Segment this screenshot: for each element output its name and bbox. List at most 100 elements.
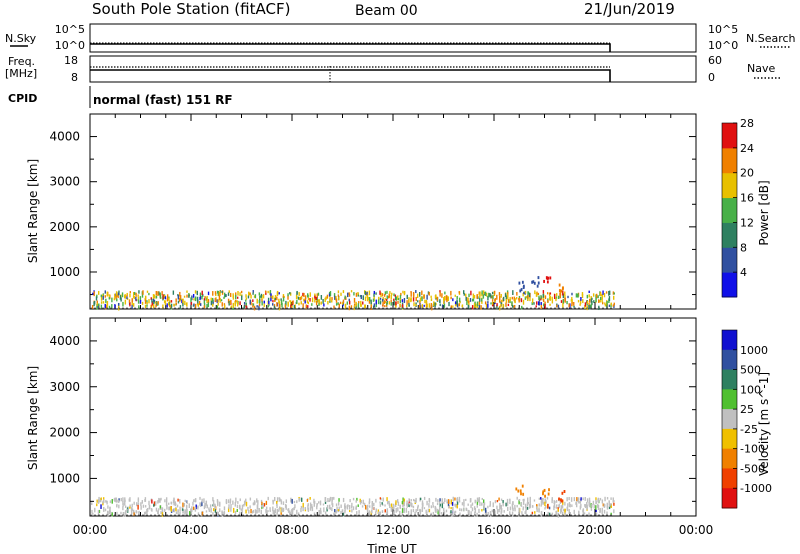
- power-echo-point: [168, 297, 170, 301]
- power-echo-point: [326, 294, 329, 299]
- power-echo-point: [540, 304, 543, 309]
- power-echo-point: [595, 293, 598, 299]
- power-echo-point: [391, 292, 393, 296]
- velocity-echo-point: [272, 510, 274, 515]
- power-echo-point: [603, 292, 606, 298]
- velocity-echo-point: [448, 505, 450, 509]
- power-echo-point: [556, 304, 558, 308]
- date-label: 21/Jun/2019: [584, 0, 675, 18]
- velocity-echo-point: [94, 507, 96, 513]
- power-echo-point: [601, 298, 603, 303]
- power-echo-point: [241, 295, 243, 301]
- velocity-echo-point: [179, 511, 181, 515]
- power-echo-point: [490, 302, 492, 305]
- power-echo-point: [500, 303, 502, 308]
- power-echo-point: [465, 296, 467, 301]
- power-echo-point: [323, 303, 325, 307]
- velocity-echo-point: [529, 496, 531, 500]
- power-echo-point: [144, 299, 147, 304]
- power-echo-point: [500, 293, 502, 298]
- power-echo-point: [505, 298, 508, 303]
- velocity-echo-point: [120, 511, 122, 515]
- power-echo-point: [117, 292, 120, 296]
- velocity-echo-point: [124, 510, 127, 515]
- velocity-echo-point: [534, 511, 536, 514]
- power-echo-point: [111, 297, 113, 303]
- power-echo-point: [372, 298, 375, 302]
- velocity-echo-point: [371, 509, 373, 513]
- xtick-label: 04:00: [174, 523, 209, 537]
- velocity-echo-point: [355, 500, 357, 503]
- power-echo-point: [203, 298, 206, 301]
- power-echo-point: [217, 302, 219, 306]
- velocity-echo-point: [375, 508, 377, 512]
- velocity-echo-point: [450, 507, 452, 510]
- power-echo-point: [386, 295, 388, 300]
- power-echo-cluster-point: [546, 280, 549, 284]
- velocity-echo-point: [521, 511, 523, 515]
- velocity-echo-point: [478, 498, 480, 503]
- velocity-echo-point: [281, 507, 283, 512]
- power-echo-point: [168, 302, 170, 306]
- power-echo-point: [129, 291, 131, 294]
- power-echo-point: [138, 290, 140, 294]
- velocity-echo-point: [375, 498, 377, 503]
- velocity-echo-point: [425, 509, 427, 514]
- power-echo-point: [360, 295, 362, 300]
- velocity-echo-point: [160, 511, 162, 514]
- velocity-colorbar-label: 1000: [740, 344, 768, 357]
- power-echo-point: [183, 295, 186, 298]
- velocity-echo-point: [334, 508, 336, 512]
- velocity-echo-point: [307, 507, 310, 512]
- velocity-echo-point: [184, 499, 186, 503]
- velocity-echo-point: [524, 511, 526, 514]
- velocity-echo-point: [613, 502, 615, 506]
- nave-label: Nave: [747, 62, 775, 75]
- power-echo-point: [329, 296, 331, 302]
- xtick-label: 12:00: [376, 523, 411, 537]
- velocity-echo-point: [151, 508, 153, 512]
- velocity-echo-point: [566, 506, 568, 511]
- velocity-echo-point: [282, 507, 285, 512]
- power-echo-point: [423, 304, 425, 307]
- velocity-echo-point: [471, 502, 474, 506]
- velocity-echo-point: [483, 504, 485, 510]
- power-echo-point: [215, 297, 217, 302]
- power-echo-point: [385, 298, 388, 301]
- velocity-echo-cluster-point: [542, 490, 545, 494]
- power-ytick-label: 3000: [49, 175, 80, 189]
- velocity-echo-point: [322, 503, 325, 506]
- velocity-echo-point: [382, 497, 384, 502]
- velocity-echo-point: [368, 501, 371, 505]
- power-echo-point: [364, 296, 367, 302]
- velocity-echo-point: [564, 512, 566, 515]
- velocity-echo-point: [529, 505, 531, 508]
- power-echo-point: [458, 297, 461, 303]
- velocity-echo-point: [318, 509, 320, 515]
- velocity-echo-point: [531, 505, 534, 508]
- velocity-echo-point: [601, 499, 604, 504]
- power-echo-point: [456, 296, 458, 300]
- power-echo-point: [339, 301, 342, 304]
- power-echo-point: [412, 293, 415, 298]
- velocity-echo-point: [241, 509, 243, 514]
- power-echo-point: [568, 303, 570, 308]
- velocity-panel-frame: [89, 317, 697, 517]
- velocity-echo-point: [366, 508, 369, 513]
- power-echo-point: [300, 301, 302, 305]
- velocity-echo-point: [182, 508, 184, 511]
- power-echo-point: [403, 298, 406, 303]
- velocity-echo-point: [282, 501, 285, 505]
- power-echo-point: [262, 294, 265, 299]
- power-echo-point: [297, 296, 300, 300]
- power-echo-point: [179, 305, 182, 310]
- power-echo-point: [581, 292, 584, 296]
- power-echo-point: [434, 295, 437, 299]
- velocity-echo-point: [331, 497, 333, 502]
- power-echo-point: [384, 305, 386, 308]
- power-echo-point: [335, 298, 338, 303]
- velocity-echo-point: [483, 502, 486, 506]
- power-echo-point: [276, 302, 278, 307]
- velocity-echo-point: [428, 503, 430, 508]
- velocity-echo-point: [601, 507, 603, 511]
